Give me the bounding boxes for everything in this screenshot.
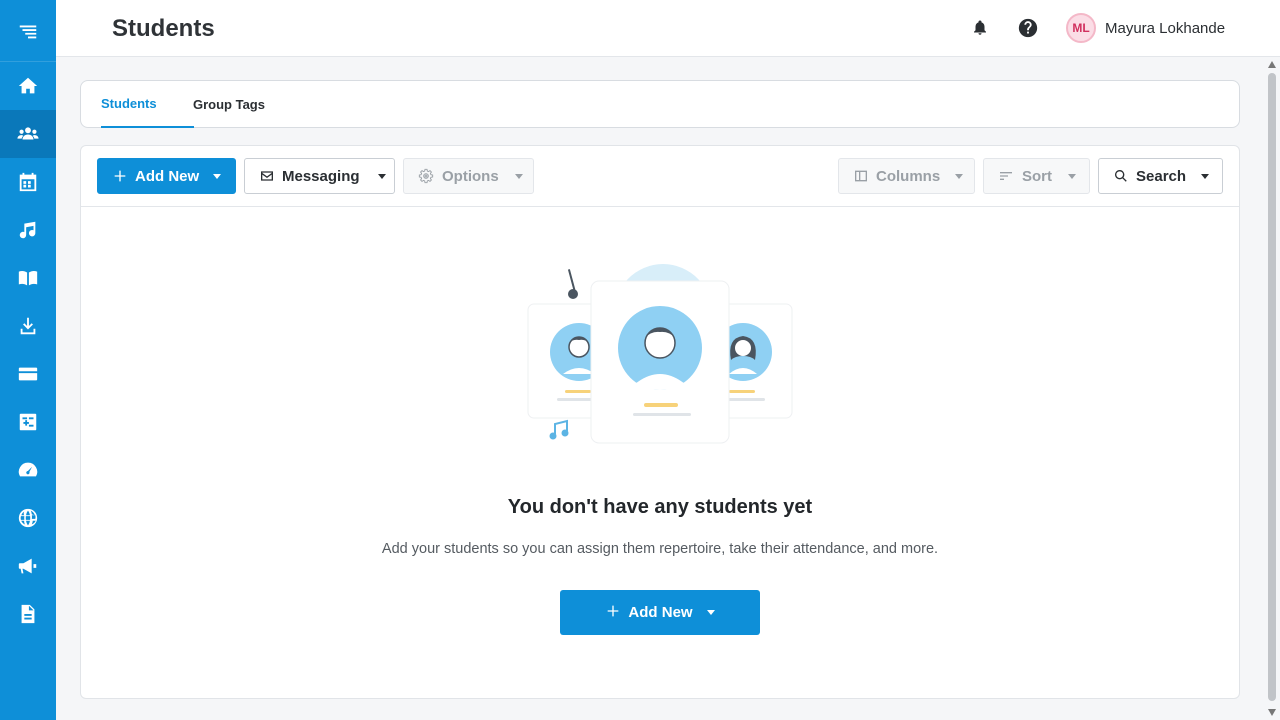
download-icon — [20, 317, 36, 335]
search-label: Search — [1136, 167, 1187, 185]
chevron-down-icon — [1201, 173, 1210, 179]
scroll-up-arrow-icon[interactable] — [1268, 61, 1276, 68]
sidebar-item-marketing[interactable] — [0, 542, 56, 590]
music-note-icon — [19, 221, 36, 239]
plus-icon — [605, 603, 621, 623]
sidebar-item-website[interactable] — [0, 494, 56, 542]
user-name[interactable]: Mayura Lokhande — [1105, 20, 1225, 37]
empty-students-illustration — [527, 264, 793, 444]
sidebar-item-calendar[interactable] — [0, 158, 56, 206]
options-label: Options — [442, 167, 499, 185]
empty-state-add-new-button[interactable]: Add New — [560, 590, 760, 635]
sidebar-item-library[interactable] — [0, 254, 56, 302]
page-title: Students — [112, 15, 215, 42]
columns-icon — [853, 168, 869, 184]
sort-button[interactable]: Sort — [983, 158, 1090, 194]
messaging-label: Messaging — [282, 167, 360, 185]
avatar[interactable]: ML — [1066, 13, 1096, 43]
messaging-button[interactable]: Messaging — [244, 158, 395, 194]
top-header: Students ML Mayura Lokhande — [56, 0, 1280, 57]
sort-label: Sort — [1022, 167, 1052, 185]
chevron-down-icon — [213, 173, 222, 179]
credit-card-icon — [18, 367, 38, 381]
sidebar-item-home[interactable] — [0, 62, 56, 110]
globe-icon — [18, 508, 38, 528]
students-panel: Add New Messaging Options Columns Sort S… — [80, 145, 1240, 699]
music-note-icon — [567, 269, 578, 299]
chevron-down-icon — [955, 173, 964, 179]
menu-logo-icon[interactable] — [0, 0, 56, 62]
chevron-down-icon — [706, 610, 715, 615]
columns-button[interactable]: Columns — [838, 158, 975, 194]
search-icon — [1113, 168, 1129, 184]
scrollbar[interactable] — [1265, 57, 1280, 720]
scroll-down-arrow-icon[interactable] — [1268, 709, 1276, 716]
scroll-thumb[interactable] — [1268, 73, 1276, 701]
megaphone-icon — [18, 558, 37, 574]
tab-students[interactable]: Students — [101, 81, 194, 128]
sidebar-item-downloads[interactable] — [0, 302, 56, 350]
dashboard-icon — [18, 462, 38, 477]
envelope-icon — [259, 168, 275, 184]
empty-state-add-new-label: Add New — [628, 604, 693, 621]
tabs-bar: Students Group Tags — [80, 80, 1240, 128]
search-button[interactable]: Search — [1098, 158, 1223, 194]
toolbar-divider — [81, 206, 1239, 207]
options-button[interactable]: Options — [403, 158, 534, 194]
document-icon — [21, 604, 35, 624]
sidebar-item-accounting[interactable] — [0, 398, 56, 446]
add-new-label: Add New — [135, 167, 200, 185]
double-music-note-icon — [549, 419, 569, 440]
calculator-icon — [19, 413, 37, 431]
sort-icon — [998, 168, 1014, 184]
book-icon — [18, 270, 38, 286]
add-new-button[interactable]: Add New — [97, 158, 236, 194]
chevron-down-icon — [377, 173, 386, 179]
notifications-bell-icon[interactable] — [968, 16, 992, 40]
empty-state-description: Add your students so you can assign them… — [381, 541, 939, 557]
sidebar-item-reports[interactable] — [0, 446, 56, 494]
home-icon — [18, 77, 38, 94]
sidebar-item-documents[interactable] — [0, 590, 56, 638]
plus-icon — [112, 168, 128, 184]
gear-icon — [418, 168, 434, 184]
columns-label: Columns — [876, 167, 941, 185]
help-icon[interactable] — [1016, 16, 1040, 40]
chevron-down-icon — [1068, 173, 1076, 179]
empty-state-title: You don't have any students yet — [507, 496, 813, 518]
sidebar-item-students[interactable] — [0, 110, 56, 158]
sidebar — [0, 0, 56, 720]
sidebar-item-billing[interactable] — [0, 350, 56, 398]
calendar-icon — [19, 172, 37, 192]
tab-group-tags[interactable]: Group Tags — [193, 81, 265, 128]
sidebar-item-repertoire[interactable] — [0, 206, 56, 254]
students-icon — [17, 127, 39, 140]
chevron-down-icon — [514, 173, 523, 179]
